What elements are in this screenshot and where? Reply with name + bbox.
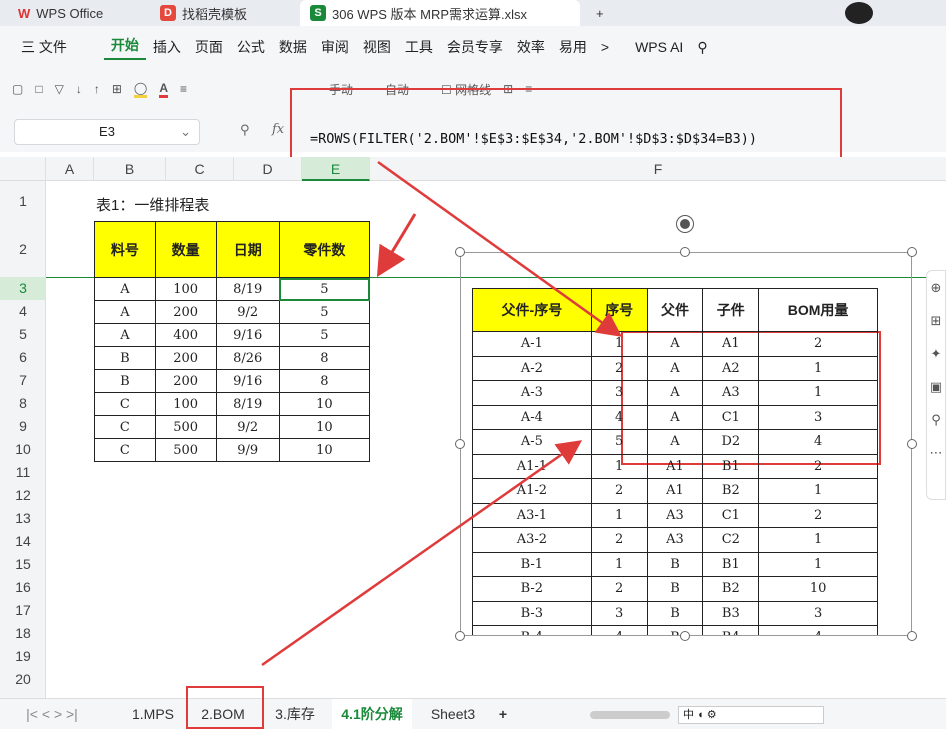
arrow-to-result xyxy=(377,160,623,337)
sheet-tab[interactable]: 3.库存 xyxy=(262,699,328,730)
bom-tab-highlight-box xyxy=(186,686,264,729)
annotation-arrows xyxy=(261,160,623,667)
sheet-tab[interactable]: Sheet3 xyxy=(420,699,486,730)
add-sheet-button[interactable]: + xyxy=(490,699,516,730)
horizontal-scrollbar[interactable] xyxy=(590,711,670,719)
ime-bar[interactable]: 中 ◖ ⚙ xyxy=(678,706,824,724)
arrow-from-bom-tab xyxy=(261,440,583,667)
sheet-tab-active[interactable]: 4.1阶分解 xyxy=(332,699,412,730)
sheet-nav-icon[interactable]: |< < > >| xyxy=(12,699,92,730)
arrow-to-e3 xyxy=(376,213,417,278)
sheet-tab[interactable]: 1.MPS xyxy=(120,699,186,730)
sheet-tabs-bar: |< < > >| 1.MPS 2.BOM 3.库存 4.1阶分解 Sheet3… xyxy=(0,698,946,730)
